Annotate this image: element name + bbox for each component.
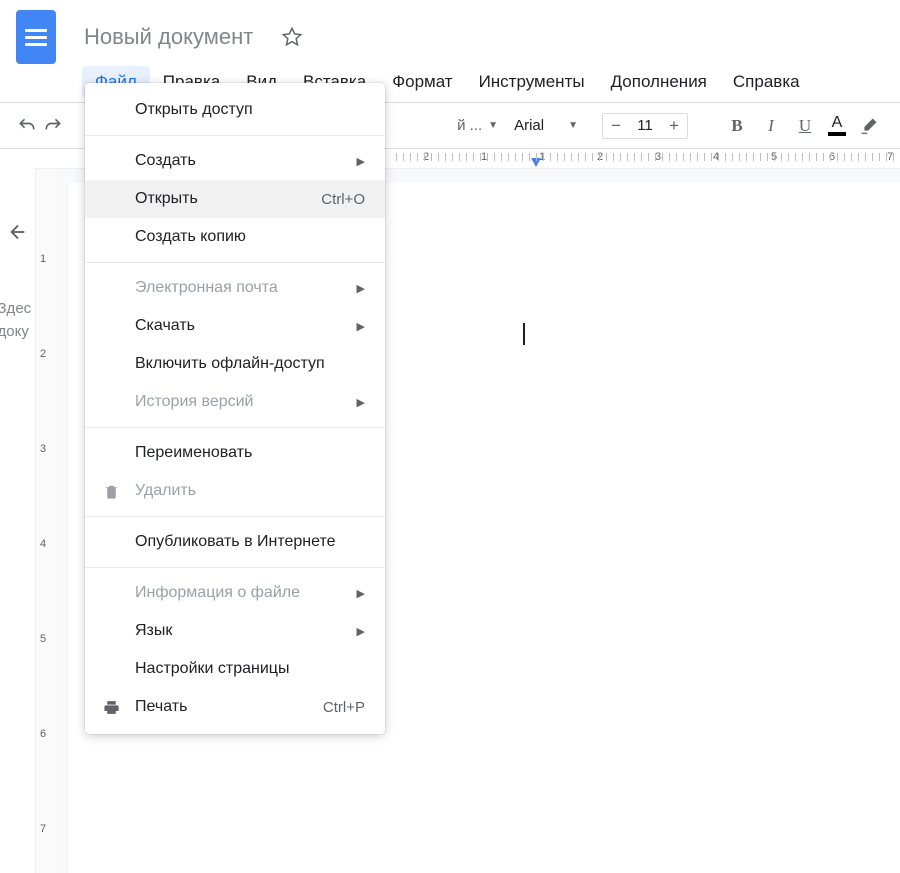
ruler-tick-label: 1 — [539, 151, 545, 163]
menu-separator — [85, 262, 385, 263]
menu-separator — [85, 516, 385, 517]
vruler-tick-label: 6 — [40, 728, 46, 740]
vruler-tick-label: 2 — [40, 348, 46, 360]
file-menu-item[interactable]: Печать Ctrl+P — [85, 688, 385, 726]
file-menu-item: История версий ▶ — [85, 383, 385, 421]
vertical-ruler[interactable]: 1 2 3 4 5 6 7 — [36, 169, 56, 873]
text-cursor — [523, 323, 525, 345]
star-icon[interactable] — [281, 26, 303, 48]
vruler-tick-label: 3 — [40, 443, 46, 455]
text-color-button[interactable]: A — [824, 113, 850, 139]
italic-button[interactable]: I — [758, 113, 784, 139]
submenu-arrow-icon: ▶ — [357, 625, 365, 638]
submenu-arrow-icon: ▶ — [357, 155, 365, 168]
file-menu-dropdown: Открыть доступ Создать ▶ Открыть Ctrl+O Созда… — [85, 83, 385, 734]
file-menu-item[interactable]: Создать ▶ — [85, 142, 385, 180]
styles-label: й ... — [457, 117, 482, 134]
print-icon — [101, 697, 121, 717]
font-size-value[interactable]: 11 — [629, 117, 661, 134]
file-menu-item[interactable]: Переименовать — [85, 434, 385, 472]
menu-shortcut: Ctrl+O — [321, 191, 365, 208]
menu-separator — [85, 135, 385, 136]
outline-panel: Здес доку — [0, 169, 36, 873]
submenu-arrow-icon: ▶ — [357, 282, 365, 295]
menu-item-label: Переименовать — [135, 444, 252, 462]
submenu-arrow-icon: ▶ — [357, 396, 365, 409]
menu-формат[interactable]: Формат — [379, 66, 465, 98]
text-color-icon: A — [832, 115, 843, 131]
trash-icon — [101, 481, 121, 501]
font-family-label: Arial — [514, 117, 544, 134]
redo-button[interactable] — [42, 115, 64, 137]
file-menu-item: Удалить — [85, 472, 385, 510]
file-menu-item: Информация о файле ▶ — [85, 574, 385, 612]
menu-item-label: Создать копию — [135, 228, 246, 246]
bold-button[interactable]: B — [724, 113, 750, 139]
menu-item-label: Скачать — [135, 317, 195, 335]
docs-logo-icon[interactable] — [16, 10, 56, 64]
menu-item-label: История версий — [135, 393, 253, 411]
file-menu-item[interactable]: Включить офлайн-доступ — [85, 345, 385, 383]
menu-item-label: Печать — [135, 698, 187, 716]
menu-separator — [85, 427, 385, 428]
font-family-dropdown[interactable]: Arial ▼ — [514, 117, 578, 134]
menu-item-label: Опубликовать в Интернете — [135, 533, 336, 551]
file-menu-item[interactable]: Настройки страницы — [85, 650, 385, 688]
vruler-tick-label: 4 — [40, 538, 46, 550]
menu-item-label: Информация о файле — [135, 584, 300, 602]
document-title[interactable]: Новый документ — [84, 24, 253, 50]
font-size-stepper: − 11 + — [602, 113, 688, 139]
menu-item-label: Удалить — [135, 482, 196, 500]
underline-button[interactable]: U — [792, 113, 818, 139]
menu-item-label: Открыть доступ — [135, 101, 253, 119]
menu-item-label: Настройки страницы — [135, 660, 289, 678]
submenu-arrow-icon: ▶ — [357, 587, 365, 600]
chevron-down-icon: ▼ — [488, 120, 498, 131]
menu-item-label: Язык — [135, 622, 172, 640]
outline-collapse-button[interactable] — [7, 221, 29, 248]
undo-button[interactable] — [16, 115, 38, 137]
submenu-arrow-icon: ▶ — [357, 320, 365, 333]
vruler-tick-label: 7 — [40, 823, 46, 835]
file-menu-item[interactable]: Создать копию — [85, 218, 385, 256]
ruler-tick-label: 2 — [597, 151, 603, 163]
menu-item-label: Электронная почта — [135, 279, 278, 297]
file-menu-item[interactable]: Скачать ▶ — [85, 307, 385, 345]
menu-item-label: Включить офлайн-доступ — [135, 355, 325, 373]
font-size-increase-button[interactable]: + — [661, 114, 687, 138]
menu-инструменты[interactable]: Инструменты — [466, 66, 598, 98]
file-menu-item: Электронная почта ▶ — [85, 269, 385, 307]
menu-item-label: Создать — [135, 152, 196, 170]
menu-справка[interactable]: Справка — [720, 66, 813, 98]
file-menu-item[interactable]: Опубликовать в Интернете — [85, 523, 385, 561]
highlight-button[interactable] — [856, 113, 882, 139]
menu-shortcut: Ctrl+P — [323, 699, 365, 716]
menu-separator — [85, 567, 385, 568]
file-menu-item[interactable]: Язык ▶ — [85, 612, 385, 650]
chevron-down-icon: ▼ — [568, 120, 578, 131]
file-menu-item[interactable]: Открыть Ctrl+O — [85, 180, 385, 218]
font-size-decrease-button[interactable]: − — [603, 114, 629, 138]
vruler-tick-label: 5 — [40, 633, 46, 645]
menu-item-label: Открыть — [135, 190, 198, 208]
menu-дополнения[interactable]: Дополнения — [598, 66, 720, 98]
vruler-tick-label: 1 — [40, 253, 46, 265]
file-menu-item[interactable]: Открыть доступ — [85, 91, 385, 129]
styles-dropdown[interactable]: й ... ▼ — [457, 117, 498, 134]
